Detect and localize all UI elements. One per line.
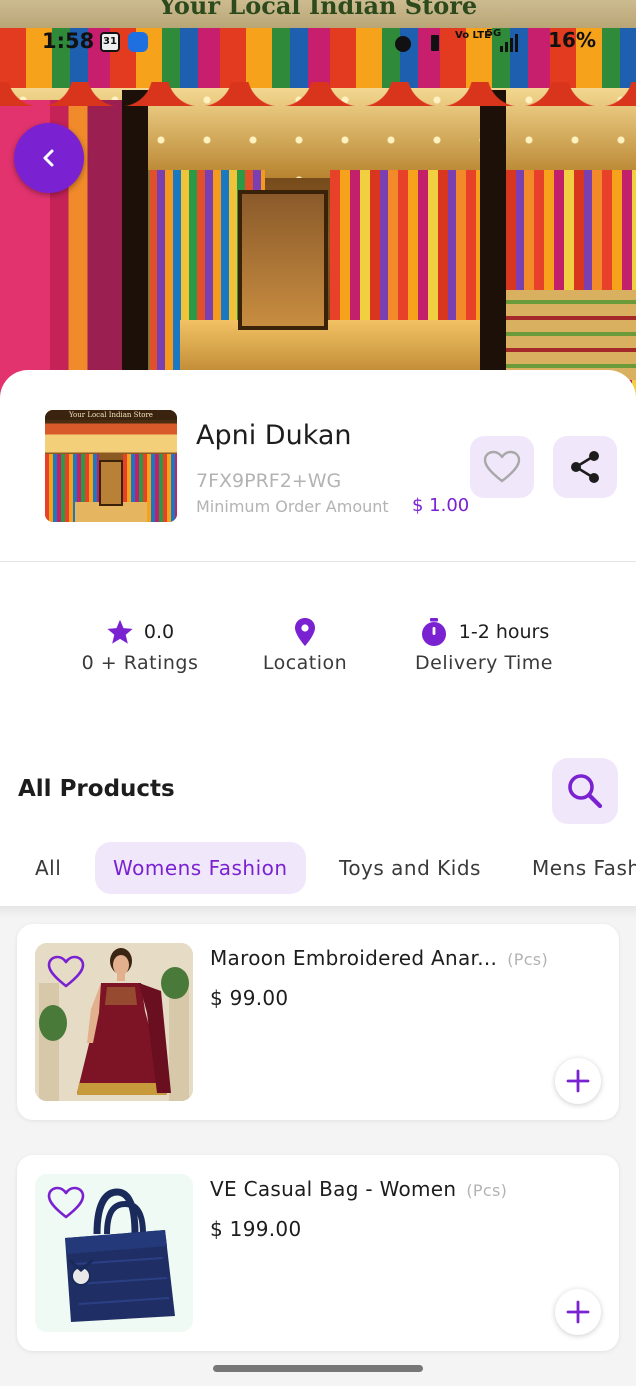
add-to-cart-button[interactable]	[555, 1289, 601, 1335]
all-products-title: All Products	[18, 776, 175, 802]
store-thumbnail: Your Local Indian Store	[45, 410, 177, 522]
product-title: VE Casual Bag - Women	[210, 1177, 457, 1201]
banner-sign: Your Local Indian Store	[0, 0, 636, 28]
min-order-label: Minimum Order Amount	[196, 497, 389, 516]
vibrate-icon	[431, 35, 439, 51]
product-price: $ 99.00	[210, 986, 289, 1010]
product-unit: (Pcs)	[507, 950, 548, 969]
product-title: Maroon Embroidered Anar...	[210, 946, 498, 970]
app-notification-icon	[128, 32, 148, 52]
tabs-shadow	[0, 906, 636, 918]
heart-outline-icon	[483, 450, 521, 483]
share-icon	[571, 451, 599, 483]
product-card[interactable]: VE Casual Bag - Women (Pcs) $ 199.00	[17, 1155, 619, 1351]
tab-womens-fashion[interactable]: Womens Fashion	[95, 842, 306, 894]
banner-shelf	[500, 290, 636, 380]
store-header: Your Local Indian Store Apni Dukan 7FX9P…	[0, 370, 636, 562]
heart-outline-icon[interactable]	[47, 1186, 85, 1220]
min-order-value: $ 1.00	[412, 495, 470, 516]
chevron-left-icon	[43, 149, 54, 167]
share-button[interactable]	[553, 436, 617, 498]
tab-all[interactable]: All	[35, 842, 61, 894]
thumbnail-sign: Your Local Indian Store	[45, 410, 177, 420]
banner-pillar	[122, 90, 148, 400]
ratings-count-label: 0 + Ratings	[81, 652, 199, 674]
store-banner-image: Your Local Indian Store	[0, 0, 636, 400]
product-unit: (Pcs)	[466, 1181, 508, 1200]
alarm-icon	[395, 36, 411, 52]
delivery-time-label: Delivery Time	[415, 652, 553, 674]
store-plus-code: 7FX9PRF2+WG	[196, 470, 342, 492]
store-details-sheet: Your Local Indian Store Apni Dukan 7FX9P…	[0, 370, 636, 1386]
tab-mens-fashion[interactable]: Mens Fash	[532, 842, 636, 894]
delivery-time-stat: 1-2 hours Delivery Time	[396, 616, 572, 674]
product-image	[35, 943, 193, 1101]
add-to-cart-button[interactable]	[555, 1058, 601, 1104]
rating-value: 0.0	[143, 621, 175, 643]
banner-door	[238, 190, 328, 330]
plus-icon	[566, 1069, 590, 1093]
status-bar: 1:58 31 Vo LTE 5G 16%	[0, 26, 636, 60]
stopwatch-icon	[421, 618, 446, 646]
search-products-button[interactable]	[552, 758, 618, 824]
favorite-store-button[interactable]	[470, 436, 534, 498]
calendar-icon: 31	[100, 32, 120, 52]
product-card[interactable]: Maroon Embroidered Anar... (Pcs) $ 99.00	[17, 924, 619, 1120]
thumbnail-door	[99, 460, 123, 506]
tab-toys-and-kids[interactable]: Toys and Kids	[339, 842, 481, 894]
heart-outline-icon[interactable]	[47, 955, 85, 989]
store-name: Apni Dukan	[196, 420, 352, 451]
delivery-time-value: 1-2 hours	[458, 621, 550, 643]
home-indicator[interactable]	[213, 1365, 423, 1372]
product-name: VE Casual Bag - Women (Pcs)	[210, 1177, 507, 1201]
banner-pillar	[480, 90, 506, 400]
star-icon	[107, 619, 133, 644]
category-tabs: All Womens Fashion Toys and Kids Mens Fa…	[0, 842, 636, 894]
location-stat[interactable]: Location	[240, 616, 370, 674]
product-name: Maroon Embroidered Anar... (Pcs)	[210, 946, 548, 970]
product-image	[35, 1174, 193, 1332]
plus-icon	[566, 1300, 590, 1324]
battery-level: 16%	[548, 28, 596, 52]
status-time: 1:58	[42, 29, 95, 53]
location-label: Location	[262, 652, 348, 674]
map-pin-icon	[295, 618, 315, 646]
product-price: $ 199.00	[210, 1217, 302, 1241]
rating-stat: 0.0 0 + Ratings	[66, 616, 214, 674]
search-icon	[568, 774, 603, 809]
signal-icon	[500, 34, 518, 52]
back-button[interactable]	[14, 123, 84, 193]
